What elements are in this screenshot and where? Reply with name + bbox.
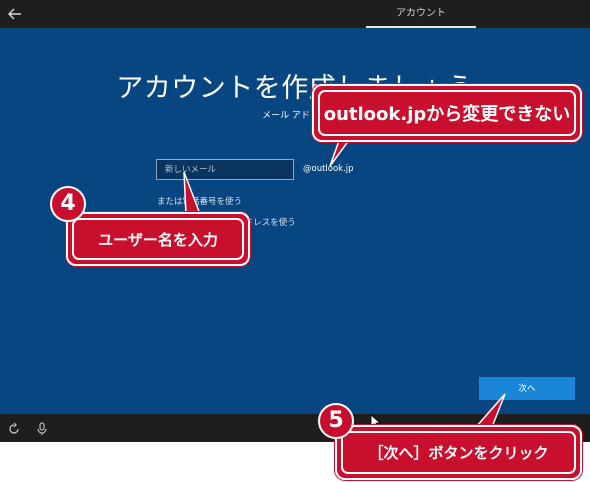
use-phone-link[interactable]: または電話番号を使う [157, 195, 242, 207]
callout-click-next: ［次へ］ボタンをクリック [335, 425, 582, 480]
email-field[interactable] [156, 159, 294, 180]
callout-username-text: ユーザー名を入力 [72, 218, 244, 260]
tab-account[interactable]: アカウント [366, 0, 476, 28]
back-arrow-icon[interactable] [5, 4, 25, 24]
next-button[interactable]: 次へ [479, 377, 575, 400]
microphone-icon[interactable] [35, 422, 49, 436]
step-number-4: 4 [50, 186, 86, 222]
step-number-5: 5 [318, 403, 354, 439]
callout-next-text: ［次へ］ボタンをクリック [341, 431, 576, 474]
top-bar: アカウント [0, 0, 590, 28]
callout-enter-username: ユーザー名を入力 [66, 212, 250, 266]
ease-of-access-icon[interactable] [7, 422, 21, 436]
callout-domain-text: outlook.jpから変更できない [318, 90, 576, 136]
callout-domain-fixed: outlook.jpから変更できない [312, 84, 582, 142]
domain-label: @outlook.jp [303, 164, 354, 174]
